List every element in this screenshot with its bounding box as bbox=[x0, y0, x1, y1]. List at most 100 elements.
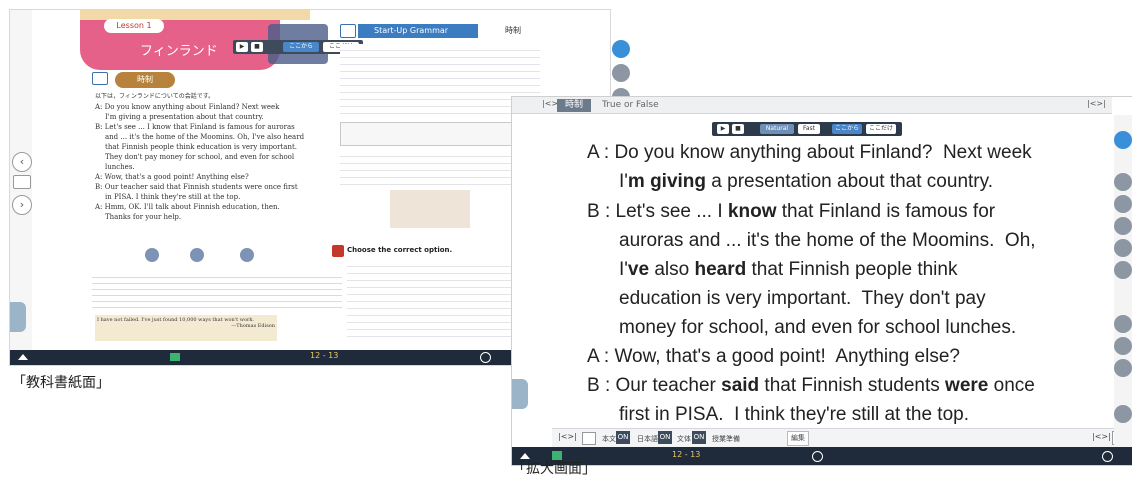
right-tool-rail bbox=[1114, 115, 1132, 445]
kokodake-button[interactable]: ここだけ bbox=[866, 124, 896, 134]
dialogue-line: I'm giving a presentation about that cou… bbox=[619, 171, 993, 192]
dialogue-line: They don't pay money for school, and eve… bbox=[105, 153, 295, 161]
exercise-title: Choose the correct option. bbox=[347, 246, 453, 254]
dialogue-line: lunches. bbox=[105, 163, 135, 171]
grammar-tab-label: Start-Up Grammar bbox=[374, 26, 449, 35]
book-icon[interactable] bbox=[13, 175, 31, 189]
section-pill: 時制 bbox=[115, 72, 175, 88]
play-button[interactable]: ▶ bbox=[236, 42, 248, 52]
nihongo-toggle[interactable]: ON bbox=[658, 431, 672, 444]
dialogue-line: B : Let's see ... I know that Finland is… bbox=[587, 201, 996, 222]
dialogue-line: money for school, and even for school lu… bbox=[619, 317, 1017, 338]
tab-true-false[interactable]: True or False bbox=[602, 99, 659, 112]
up-arrow-icon[interactable] bbox=[18, 354, 28, 360]
answer-a-icon[interactable] bbox=[145, 248, 159, 262]
dialogue-line: and ... it's the home of the Moomins. Oh… bbox=[105, 133, 305, 141]
quote-box: I have not failed. I've just found 10,00… bbox=[95, 315, 277, 341]
dialogue-line: auroras and ... it's the home of the Moo… bbox=[619, 230, 1036, 251]
honbun-toggle[interactable]: ON bbox=[616, 431, 630, 444]
stop-button[interactable]: ■ bbox=[732, 124, 744, 134]
page-number: 12 - 13 bbox=[672, 450, 701, 459]
dialogue-line: A : Wow, that's a good point! Anything e… bbox=[587, 346, 960, 367]
dialogue-line: Thanks for your help. bbox=[105, 213, 182, 221]
side-drawer-tab[interactable] bbox=[10, 302, 26, 332]
collapse-icon[interactable]: |<>| bbox=[558, 432, 577, 441]
enlarged-caption: 「拡大画面」 bbox=[512, 461, 596, 477]
dialogue-line: 以下は，フィンランドについての会話です。 bbox=[95, 93, 215, 100]
dialogue-line: in PISA. I think they're still at the to… bbox=[105, 193, 241, 201]
lesson-tag: Lesson 1 bbox=[104, 19, 164, 33]
tab-bar: |<>| 時制 True or False |<>| bbox=[512, 97, 1112, 114]
bunkotai-label: 文体 bbox=[677, 435, 691, 443]
answer-a-icon[interactable] bbox=[190, 248, 204, 262]
jugyo-label: 授業準備 bbox=[712, 435, 740, 443]
pointer-icon[interactable] bbox=[1114, 131, 1132, 149]
menu-icon[interactable] bbox=[92, 72, 108, 85]
display-options-bar: |<>| 本文 ON 日本語 ON 文体 ON 授業準備 編集 |<>| bbox=[552, 428, 1132, 447]
audio-controls: ▶ ■ Natural Fast ここから ここだけ bbox=[712, 122, 902, 136]
zoom-icon[interactable] bbox=[1114, 315, 1132, 333]
bottom-bar: 12 - 13 bbox=[512, 447, 1132, 465]
grammar-tab-label2: 時制 bbox=[478, 24, 548, 38]
close-icon[interactable] bbox=[480, 352, 491, 363]
kokokara-button[interactable]: ここから bbox=[283, 42, 319, 52]
quote-author: —Thomas Edison bbox=[231, 323, 275, 329]
dialogue-block: 以下は，フィンランドについての会話です。 A: Do you know anyt… bbox=[95, 92, 345, 222]
grammar-icon[interactable] bbox=[340, 24, 356, 38]
dialogue-line: B: Let's see ... I know that Finland is … bbox=[95, 123, 295, 131]
fast-speed-button[interactable]: Fast bbox=[798, 124, 820, 134]
expand-icon[interactable]: |<>| bbox=[1092, 432, 1111, 441]
exercise-icon bbox=[332, 245, 344, 257]
pen-icon[interactable] bbox=[612, 64, 630, 82]
dialogue-line: A: Do you know anything about Finland? N… bbox=[95, 103, 280, 111]
students-illustration bbox=[390, 190, 470, 228]
dialogue-line: I've also heard that Finnish people thin… bbox=[619, 259, 958, 280]
close-icon[interactable] bbox=[1102, 451, 1113, 462]
true-false-row bbox=[90, 242, 340, 266]
honbun-label: 本文 bbox=[602, 435, 616, 443]
kokokara-button[interactable]: ここから bbox=[832, 124, 862, 134]
stop-button[interactable]: ■ bbox=[251, 42, 263, 52]
expand-icon[interactable]: |<>| bbox=[1087, 99, 1106, 108]
textbook-caption: 「教科書紙面」 bbox=[12, 375, 110, 391]
dialogue-line: B: Our teacher said that Finnish student… bbox=[95, 183, 298, 191]
dialogue-line: A : Do you know anything about Finland? … bbox=[587, 142, 1032, 163]
side-drawer-tab[interactable] bbox=[512, 379, 528, 409]
answer-a-icon[interactable] bbox=[240, 248, 254, 262]
exercise-lines bbox=[347, 260, 537, 340]
pen-icon[interactable] bbox=[1114, 173, 1132, 191]
dialogue-line: education is very important. They don't … bbox=[619, 288, 986, 309]
enlarged-view: |<>| 時制 True or False |<>| ▶ ■ Natural F… bbox=[512, 97, 1132, 465]
tab-tense[interactable]: 時制 bbox=[557, 99, 591, 112]
dialogue-line: B : Our teacher said that Finnish studen… bbox=[587, 375, 1035, 396]
close-icon[interactable] bbox=[812, 451, 823, 462]
prev-page-icon[interactable]: ‹ bbox=[12, 152, 32, 172]
ruler-icon[interactable] bbox=[1114, 195, 1132, 213]
bunkotai-toggle[interactable]: ON bbox=[692, 431, 706, 444]
dialogue-line: I'm giving a presentation about that cou… bbox=[105, 113, 264, 121]
lesson-subtitle: フィンランド bbox=[140, 44, 218, 59]
tool-icon[interactable] bbox=[1114, 261, 1132, 279]
book-icon[interactable] bbox=[170, 353, 180, 361]
comment-icon[interactable] bbox=[1114, 405, 1132, 423]
hand-icon[interactable] bbox=[1114, 239, 1132, 257]
edit-button[interactable]: 編集 bbox=[787, 431, 809, 446]
grammar-tab[interactable]: Start-Up Grammar 時制 bbox=[358, 24, 548, 38]
dialogue-line: A: Hmm, OK. I'll talk about Finnish educ… bbox=[95, 203, 280, 211]
page-number: 12 - 13 bbox=[310, 351, 339, 360]
nihongo-label: 日本語 bbox=[637, 435, 658, 443]
play-button[interactable]: ▶ bbox=[717, 124, 729, 134]
dialogue-line: first in PISA. I think they're still at … bbox=[619, 404, 969, 425]
natural-speed-button[interactable]: Natural bbox=[760, 124, 794, 134]
dialogue-line: A: Wow, that's a good point! Anything el… bbox=[95, 173, 249, 181]
dialogue-line: that Finnish people think education is v… bbox=[105, 143, 298, 151]
pencil-icon[interactable] bbox=[582, 432, 596, 445]
camera-icon[interactable] bbox=[1114, 337, 1132, 355]
pointer-icon[interactable] bbox=[612, 40, 630, 58]
japanese-notes bbox=[92, 272, 342, 312]
book-icon[interactable] bbox=[1114, 217, 1132, 235]
grammar-notes bbox=[340, 44, 540, 119]
grammar-notes-2 bbox=[340, 150, 540, 190]
next-page-icon[interactable]: › bbox=[12, 195, 32, 215]
document-icon[interactable] bbox=[1114, 359, 1132, 377]
